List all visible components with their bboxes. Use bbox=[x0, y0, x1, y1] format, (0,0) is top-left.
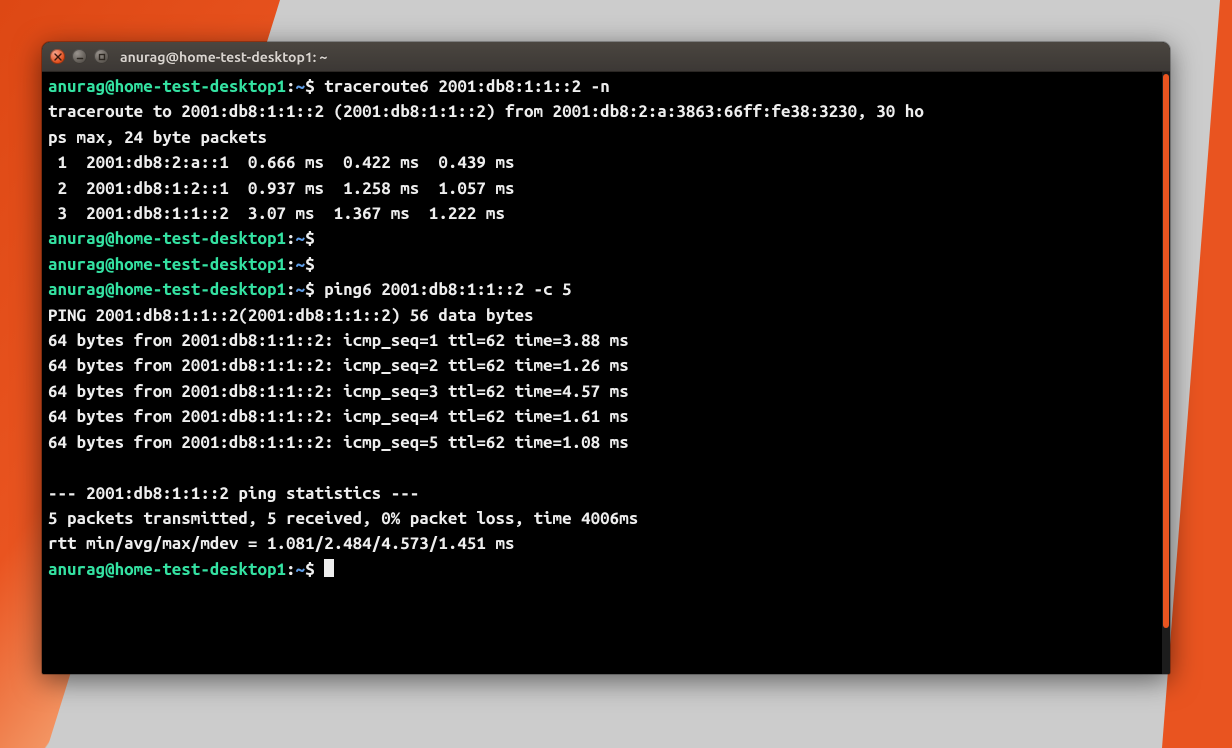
terminal-line: 64 bytes from 2001:db8:1:1::2: icmp_seq=… bbox=[48, 328, 1164, 353]
command-text: traceroute6 2001:db8:1:1::2 -n bbox=[324, 77, 610, 96]
prompt-user: anurag@home-test-desktop1 bbox=[48, 77, 286, 96]
prompt-separator: : bbox=[286, 229, 296, 248]
terminal-line: --- 2001:db8:1:1::2 ping statistics --- bbox=[48, 481, 1164, 506]
terminal-line: rtt min/avg/max/mdev = 1.081/2.484/4.573… bbox=[48, 531, 1164, 556]
close-icon[interactable] bbox=[50, 49, 65, 64]
prompt-symbol: $ bbox=[305, 229, 324, 248]
terminal-line: anurag@home-test-desktop1:~$ bbox=[48, 226, 1164, 251]
terminal-line: anurag@home-test-desktop1:~$ ping6 2001:… bbox=[48, 277, 1164, 302]
terminal-line: anurag@home-test-desktop1:~$ bbox=[48, 252, 1164, 277]
terminal-line: 3 2001:db8:1:1::2 3.07 ms 1.367 ms 1.222… bbox=[48, 201, 1164, 226]
minimize-icon[interactable] bbox=[72, 49, 87, 64]
terminal-line: 1 2001:db8:2:a::1 0.666 ms 0.422 ms 0.43… bbox=[48, 150, 1164, 175]
prompt-separator: : bbox=[286, 280, 296, 299]
terminal-window: anurag@home-test-desktop1: ~ anurag@home… bbox=[42, 42, 1170, 674]
prompt-symbol: $ bbox=[305, 280, 324, 299]
prompt-separator: : bbox=[286, 255, 296, 274]
prompt-symbol: $ bbox=[305, 255, 324, 274]
prompt-user: anurag@home-test-desktop1 bbox=[48, 229, 286, 248]
terminal-line: ps max, 24 byte packets bbox=[48, 125, 1164, 150]
terminal-line: anurag@home-test-desktop1:~$ bbox=[48, 557, 1164, 582]
terminal-line bbox=[48, 455, 1164, 480]
maximize-icon[interactable] bbox=[94, 49, 109, 64]
prompt-path: ~ bbox=[296, 77, 306, 96]
prompt-path: ~ bbox=[296, 280, 306, 299]
terminal-line: anurag@home-test-desktop1:~$ traceroute6… bbox=[48, 74, 1164, 99]
terminal-line: 64 bytes from 2001:db8:1:1::2: icmp_seq=… bbox=[48, 404, 1164, 429]
terminal-line: 5 packets transmitted, 5 received, 0% pa… bbox=[48, 506, 1164, 531]
terminal-line: 64 bytes from 2001:db8:1:1::2: icmp_seq=… bbox=[48, 353, 1164, 378]
vertical-scrollbar[interactable] bbox=[1162, 72, 1170, 674]
terminal-line: 64 bytes from 2001:db8:1:1::2: icmp_seq=… bbox=[48, 379, 1164, 404]
prompt-symbol: $ bbox=[305, 560, 324, 579]
prompt-user: anurag@home-test-desktop1 bbox=[48, 255, 286, 274]
terminal-body[interactable]: anurag@home-test-desktop1:~$ traceroute6… bbox=[42, 72, 1170, 674]
terminal-output[interactable]: anurag@home-test-desktop1:~$ traceroute6… bbox=[48, 74, 1164, 582]
command-text: ping6 2001:db8:1:1::2 -c 5 bbox=[324, 280, 572, 299]
prompt-path: ~ bbox=[296, 229, 306, 248]
prompt-user: anurag@home-test-desktop1 bbox=[48, 280, 286, 299]
prompt-separator: : bbox=[286, 560, 296, 579]
scrollbar-thumb[interactable] bbox=[1163, 74, 1169, 628]
prompt-path: ~ bbox=[296, 255, 306, 274]
terminal-line: PING 2001:db8:1:1::2(2001:db8:1:1::2) 56… bbox=[48, 303, 1164, 328]
window-titlebar[interactable]: anurag@home-test-desktop1: ~ bbox=[42, 42, 1170, 72]
terminal-line: 2 2001:db8:1:2::1 0.937 ms 1.258 ms 1.05… bbox=[48, 176, 1164, 201]
wallpaper-accent-right bbox=[1162, 0, 1232, 748]
prompt-separator: : bbox=[286, 77, 296, 96]
cursor bbox=[324, 559, 334, 577]
terminal-line: 64 bytes from 2001:db8:1:1::2: icmp_seq=… bbox=[48, 430, 1164, 455]
prompt-path: ~ bbox=[296, 560, 306, 579]
prompt-user: anurag@home-test-desktop1 bbox=[48, 560, 286, 579]
prompt-symbol: $ bbox=[305, 77, 324, 96]
terminal-line: traceroute to 2001:db8:1:1::2 (2001:db8:… bbox=[48, 99, 1164, 124]
window-title: anurag@home-test-desktop1: ~ bbox=[120, 49, 327, 65]
